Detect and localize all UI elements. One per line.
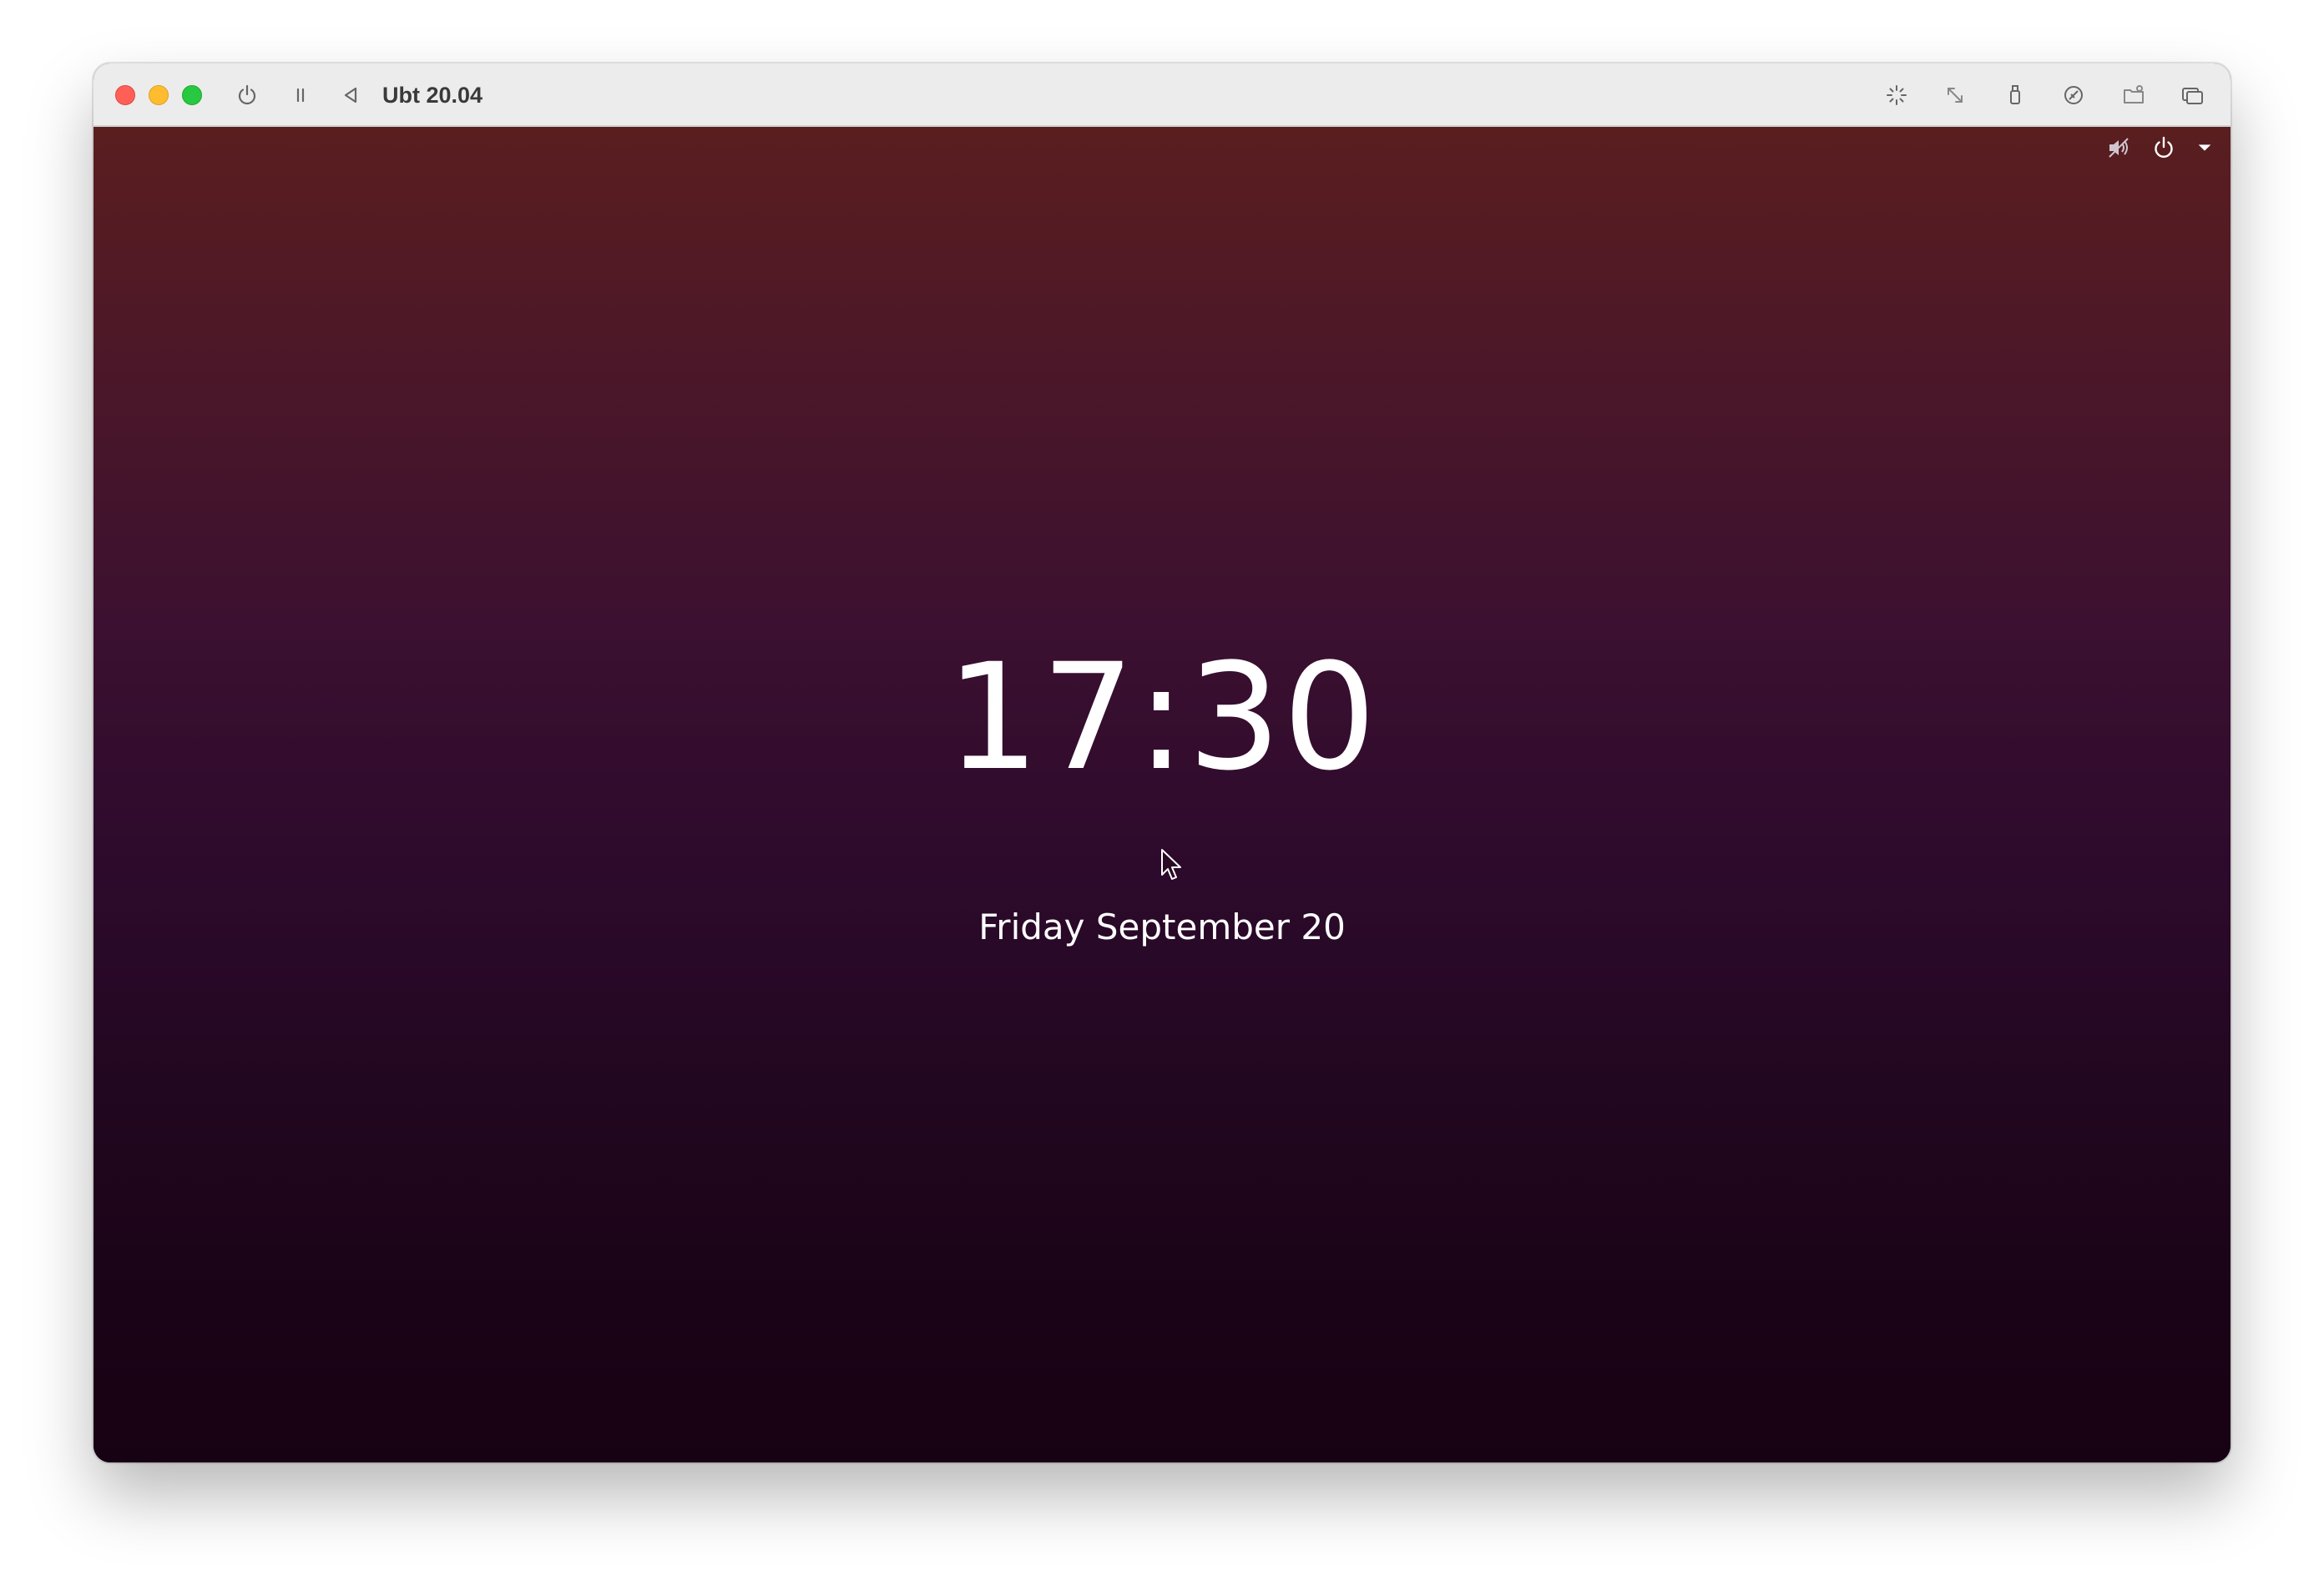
mouse-pointer-icon: [1161, 849, 1181, 880]
usb-icon: [2010, 85, 2020, 104]
vm-title: Ubt 20.04: [382, 83, 483, 108]
title-bar: Ubt 20.04: [93, 63, 2231, 127]
network-button[interactable]: [2060, 82, 2087, 109]
lock-screen[interactable]: 17:30 Friday September 20: [93, 127, 2231, 1462]
back-button[interactable]: [337, 82, 364, 109]
pause-button[interactable]: [287, 82, 314, 109]
pause-icon: [296, 88, 305, 103]
resize-button[interactable]: [1942, 82, 1968, 109]
power-icon[interactable]: [2150, 134, 2177, 161]
vm-window: Ubt 20.04 17:30 Friday September 20: [93, 63, 2231, 1462]
shared-folder-button[interactable]: [2120, 82, 2147, 109]
minimize-button[interactable]: [149, 85, 169, 105]
brightness-button[interactable]: [1883, 82, 1910, 109]
volume-muted-icon[interactable]: [2105, 134, 2132, 161]
usb-button[interactable]: [2002, 82, 2028, 109]
back-icon: [344, 87, 357, 104]
chevron-down-icon[interactable]: [2195, 139, 2214, 157]
maximize-button[interactable]: [182, 85, 202, 105]
network-icon: [2064, 86, 2083, 104]
power-button[interactable]: [234, 82, 260, 109]
close-button[interactable]: [115, 85, 135, 105]
windows-button[interactable]: [2179, 82, 2205, 109]
brightness-icon: [1887, 85, 1907, 105]
windows-icon: [2182, 88, 2203, 104]
lock-screen-date: Friday September 20: [978, 907, 1346, 947]
power-icon: [238, 84, 256, 105]
resize-icon: [1948, 88, 1963, 103]
system-status-area[interactable]: [2105, 134, 2214, 162]
lock-screen-clock: 17:30: [946, 632, 1378, 803]
shared-folder-icon: [2124, 85, 2144, 104]
